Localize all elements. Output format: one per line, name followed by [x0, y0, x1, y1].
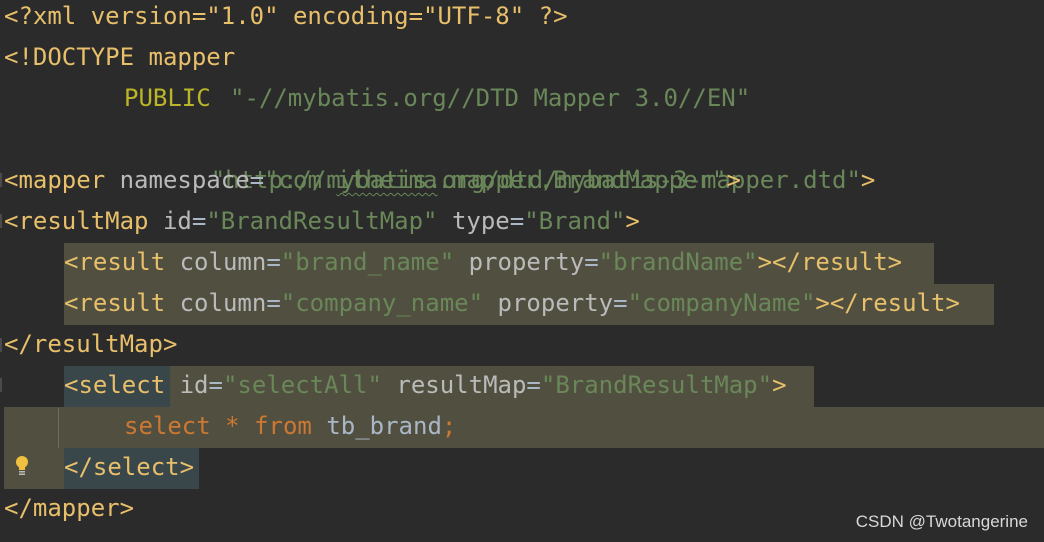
- select-open-tag: <select: [64, 371, 166, 399]
- xml-declaration: <?xml version="1.0" encoding="UTF-8" ?>: [4, 2, 568, 30]
- code-line-9[interactable]: </resultMap>: [0, 324, 177, 365]
- code-line-10[interactable]: <select id="selectAll" resultMap="BrandR…: [0, 365, 787, 406]
- code-line-2[interactable]: <!DOCTYPE mapper: [0, 37, 235, 78]
- code-line-13[interactable]: </mapper>: [0, 488, 134, 529]
- mapper-close-tag: </mapper>: [4, 494, 135, 522]
- result-open-tag: <result: [64, 289, 166, 317]
- indent-guide: [58, 408, 59, 448]
- resultmap-open-tag: <resultMap: [4, 207, 149, 235]
- code-line-5[interactable]: <mapper namespace="com.itheima.mapper.Br…: [0, 160, 741, 201]
- select-close-tag: </select>: [64, 453, 195, 481]
- mapper-open-tag: <mapper: [4, 166, 106, 194]
- sql-keyword-select: select: [124, 412, 211, 440]
- spelling-warning: itheima: [336, 166, 438, 194]
- sql-star: *: [225, 412, 240, 440]
- code-line-6[interactable]: <resultMap id="BrandResultMap" type="Bra…: [0, 201, 640, 242]
- code-line-4[interactable]: "http://mybatis.org/dtd/mybatis-3-mapper…: [0, 119, 876, 194]
- sql-keyword-from: from: [254, 412, 312, 440]
- public-id: "-//mybatis.org//DTD Mapper 3.0//EN": [230, 84, 751, 112]
- public-keyword: PUBLIC: [124, 84, 211, 112]
- result-open-tag: <result: [64, 248, 166, 276]
- code-line-7[interactable]: <result column="brand_name" property="br…: [0, 242, 902, 283]
- code-line-11[interactable]: select * from tb_brand;: [0, 406, 456, 447]
- code-line-1[interactable]: <?xml version="1.0" encoding="UTF-8" ?>: [0, 0, 568, 37]
- lightbulb-icon[interactable]: [13, 455, 31, 477]
- sql-table-name: tb_brand: [326, 412, 442, 440]
- resultmap-close-tag: </resultMap>: [4, 330, 178, 358]
- code-line-8[interactable]: <result column="company_name" property="…: [0, 283, 960, 324]
- watermark: CSDN @Twotangerine: [855, 512, 1028, 531]
- code-line-3[interactable]: PUBLIC "-//mybatis.org//DTD Mapper 3.0//…: [0, 78, 750, 119]
- code-editor[interactable]: <?xml version="1.0" encoding="UTF-8" ?> …: [0, 0, 1044, 542]
- doctype: <!DOCTYPE mapper: [4, 43, 236, 71]
